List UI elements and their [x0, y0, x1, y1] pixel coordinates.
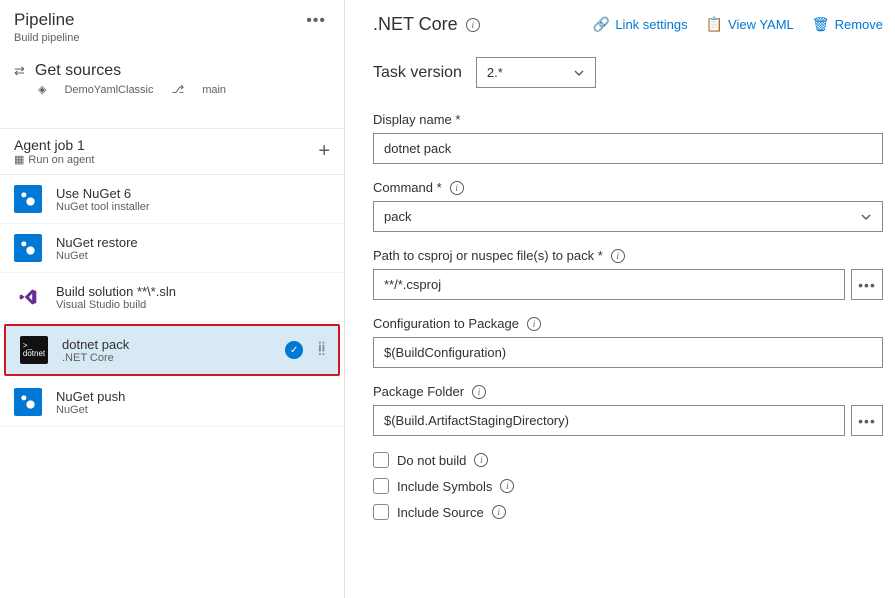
- command-label: Command *: [373, 180, 442, 195]
- task-use-nuget[interactable]: Use NuGet 6 NuGet tool installer: [0, 175, 344, 224]
- get-sources[interactable]: ⇄ Get sources ◈ DemoYamlClassic ⎇ main: [0, 52, 344, 104]
- task-version-label: Task version: [373, 64, 462, 82]
- repo-name: DemoYamlClassic: [64, 84, 153, 96]
- include-source-checkbox[interactable]: [373, 504, 389, 520]
- task-nuget-push[interactable]: NuGet push NuGet: [0, 378, 344, 427]
- task-build-solution[interactable]: Build solution **\*.sln Visual Studio bu…: [0, 273, 344, 322]
- config-label: Configuration to Package: [373, 316, 519, 331]
- right-panel: .NET Core i 🔗Link settings 📋View YAML 🗑R…: [345, 0, 895, 598]
- branch-name: main: [202, 84, 226, 96]
- view-yaml-button[interactable]: 📋View YAML: [706, 16, 794, 33]
- task-title: dotnet pack: [62, 337, 271, 352]
- yaml-icon: 📋: [706, 16, 723, 33]
- info-icon[interactable]: i: [527, 317, 541, 331]
- info-icon[interactable]: i: [474, 453, 488, 467]
- agent-job-subtitle: Run on agent: [28, 154, 94, 166]
- check-icon: ✓: [285, 341, 303, 359]
- link-icon: 🔗: [593, 16, 610, 33]
- info-icon[interactable]: i: [492, 505, 506, 519]
- browse-path-button[interactable]: •••: [851, 269, 883, 300]
- agent-icon: ▦: [14, 153, 24, 166]
- vs-icon: [14, 283, 42, 311]
- task-title: NuGet restore: [56, 235, 330, 250]
- no-build-checkbox[interactable]: [373, 452, 389, 468]
- remove-button[interactable]: 🗑Remove: [812, 16, 883, 33]
- info-icon[interactable]: i: [472, 385, 486, 399]
- nuget-icon: [14, 388, 42, 416]
- display-name-label: Display name *: [373, 112, 460, 127]
- pipeline-title: Pipeline: [14, 10, 79, 30]
- trash-icon: 🗑: [812, 16, 830, 33]
- info-icon[interactable]: i: [500, 479, 514, 493]
- task-title: NuGet push: [56, 389, 330, 404]
- agent-job-title: Agent job 1: [14, 137, 94, 153]
- folder-label: Package Folder: [373, 384, 464, 399]
- info-icon[interactable]: i: [450, 181, 464, 195]
- info-icon[interactable]: i: [611, 249, 625, 263]
- task-subtitle: NuGet tool installer: [56, 201, 330, 213]
- include-symbols-checkbox[interactable]: [373, 478, 389, 494]
- include-symbols-label: Include Symbols: [397, 479, 492, 494]
- task-subtitle: NuGet: [56, 250, 330, 262]
- drag-handle[interactable]: ⠿⠿: [317, 345, 324, 355]
- left-panel: Pipeline Build pipeline ••• ⇄ Get source…: [0, 0, 345, 598]
- agent-job-header[interactable]: Agent job 1 ▦ Run on agent +: [0, 128, 344, 175]
- task-nuget-restore[interactable]: NuGet restore NuGet: [0, 224, 344, 273]
- command-select[interactable]: pack: [373, 201, 883, 232]
- nuget-icon: [14, 234, 42, 262]
- task-version-select[interactable]: 2.*: [476, 57, 596, 88]
- pipeline-header: Pipeline Build pipeline •••: [0, 0, 344, 52]
- task-subtitle: .NET Core: [62, 352, 271, 364]
- add-task-button[interactable]: +: [318, 140, 330, 163]
- include-source-label: Include Source: [397, 505, 484, 520]
- config-input[interactable]: [373, 337, 883, 368]
- task-subtitle: NuGet: [56, 404, 330, 416]
- folder-input[interactable]: [373, 405, 845, 436]
- detail-header: .NET Core i 🔗Link settings 📋View YAML 🗑R…: [373, 14, 883, 35]
- nuget-icon: [14, 185, 42, 213]
- info-icon[interactable]: i: [466, 18, 480, 32]
- link-settings-button[interactable]: 🔗Link settings: [593, 16, 688, 33]
- sources-icon: ⇄: [14, 63, 25, 79]
- path-label: Path to csproj or nuspec file(s) to pack…: [373, 248, 603, 263]
- display-name-input[interactable]: [373, 133, 883, 164]
- branch-icon: ⎇: [172, 83, 185, 96]
- get-sources-title: Get sources: [35, 62, 121, 80]
- task-subtitle: Visual Studio build: [56, 299, 330, 311]
- task-title: Build solution **\*.sln: [56, 284, 330, 299]
- repo-icon: ◈: [38, 83, 46, 96]
- task-dotnet-pack[interactable]: >_dotnet dotnet pack .NET Core ✓ ⠿⠿: [4, 324, 340, 376]
- path-input[interactable]: [373, 269, 845, 300]
- no-build-label: Do not build: [397, 453, 466, 468]
- more-actions-button[interactable]: •••: [302, 10, 330, 32]
- pipeline-subtitle: Build pipeline: [14, 32, 79, 44]
- task-title: Use NuGet 6: [56, 186, 330, 201]
- detail-title: .NET Core: [373, 14, 458, 35]
- browse-folder-button[interactable]: •••: [851, 405, 883, 436]
- dotnet-icon: >_dotnet: [20, 336, 48, 364]
